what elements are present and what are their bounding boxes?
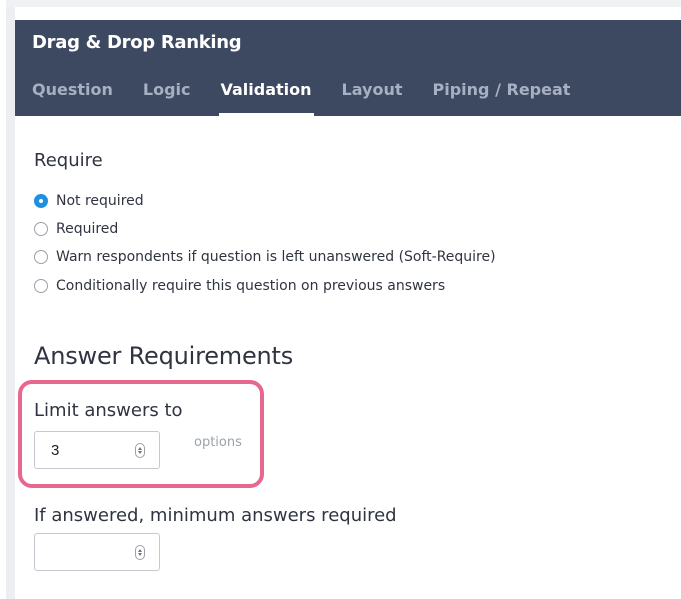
editor-tabs: Question Logic Validation Layout Piping … [32, 80, 600, 116]
spinner-up-icon[interactable] [138, 549, 142, 552]
radio-button[interactable] [34, 250, 48, 264]
tab-validation[interactable]: Validation [218, 80, 314, 116]
require-heading: Require [34, 150, 103, 171]
radio-label: Conditionally require this question on p… [56, 278, 446, 294]
window-frame-left [6, 7, 15, 599]
radio-button-selected[interactable] [34, 194, 48, 208]
answer-requirements-heading: Answer Requirements [34, 342, 294, 370]
radio-conditionally-require[interactable]: Conditionally require this question on p… [34, 278, 445, 294]
spinner-up-icon[interactable] [138, 447, 142, 450]
radio-required[interactable]: Required [34, 221, 118, 237]
tab-question[interactable]: Question [32, 80, 113, 116]
radio-soft-require[interactable]: Warn respondents if question is left una… [34, 249, 496, 265]
editor-header: Drag & Drop Ranking Question Logic Valid… [15, 20, 681, 116]
tab-logic[interactable]: Logic [143, 80, 191, 116]
radio-label: Required [56, 221, 119, 237]
options-suffix-label: options [194, 435, 242, 450]
radio-button[interactable] [34, 279, 48, 293]
question-type-title: Drag & Drop Ranking [32, 32, 242, 53]
number-spinner-icon[interactable] [135, 545, 145, 560]
radio-label: Warn respondents if question is left una… [56, 249, 496, 265]
tab-layout[interactable]: Layout [342, 80, 403, 116]
limit-answers-label: Limit answers to [34, 400, 183, 421]
spinner-down-icon[interactable] [138, 553, 142, 556]
minimum-answers-input[interactable] [34, 533, 160, 571]
limit-answers-value: 3 [51, 442, 60, 459]
radio-button[interactable] [34, 222, 48, 236]
minimum-answers-label: If answered, minimum answers required [34, 505, 397, 526]
radio-label: Not required [56, 193, 144, 209]
number-spinner-icon[interactable] [135, 443, 145, 458]
spinner-down-icon[interactable] [138, 451, 142, 454]
tab-piping-repeat[interactable]: Piping / Repeat [433, 80, 571, 116]
radio-not-required[interactable]: Not required [34, 193, 144, 209]
limit-answers-input[interactable]: 3 [34, 431, 160, 469]
window-frame-top [6, 0, 681, 7]
page: Drag & Drop Ranking Question Logic Valid… [0, 0, 681, 599]
